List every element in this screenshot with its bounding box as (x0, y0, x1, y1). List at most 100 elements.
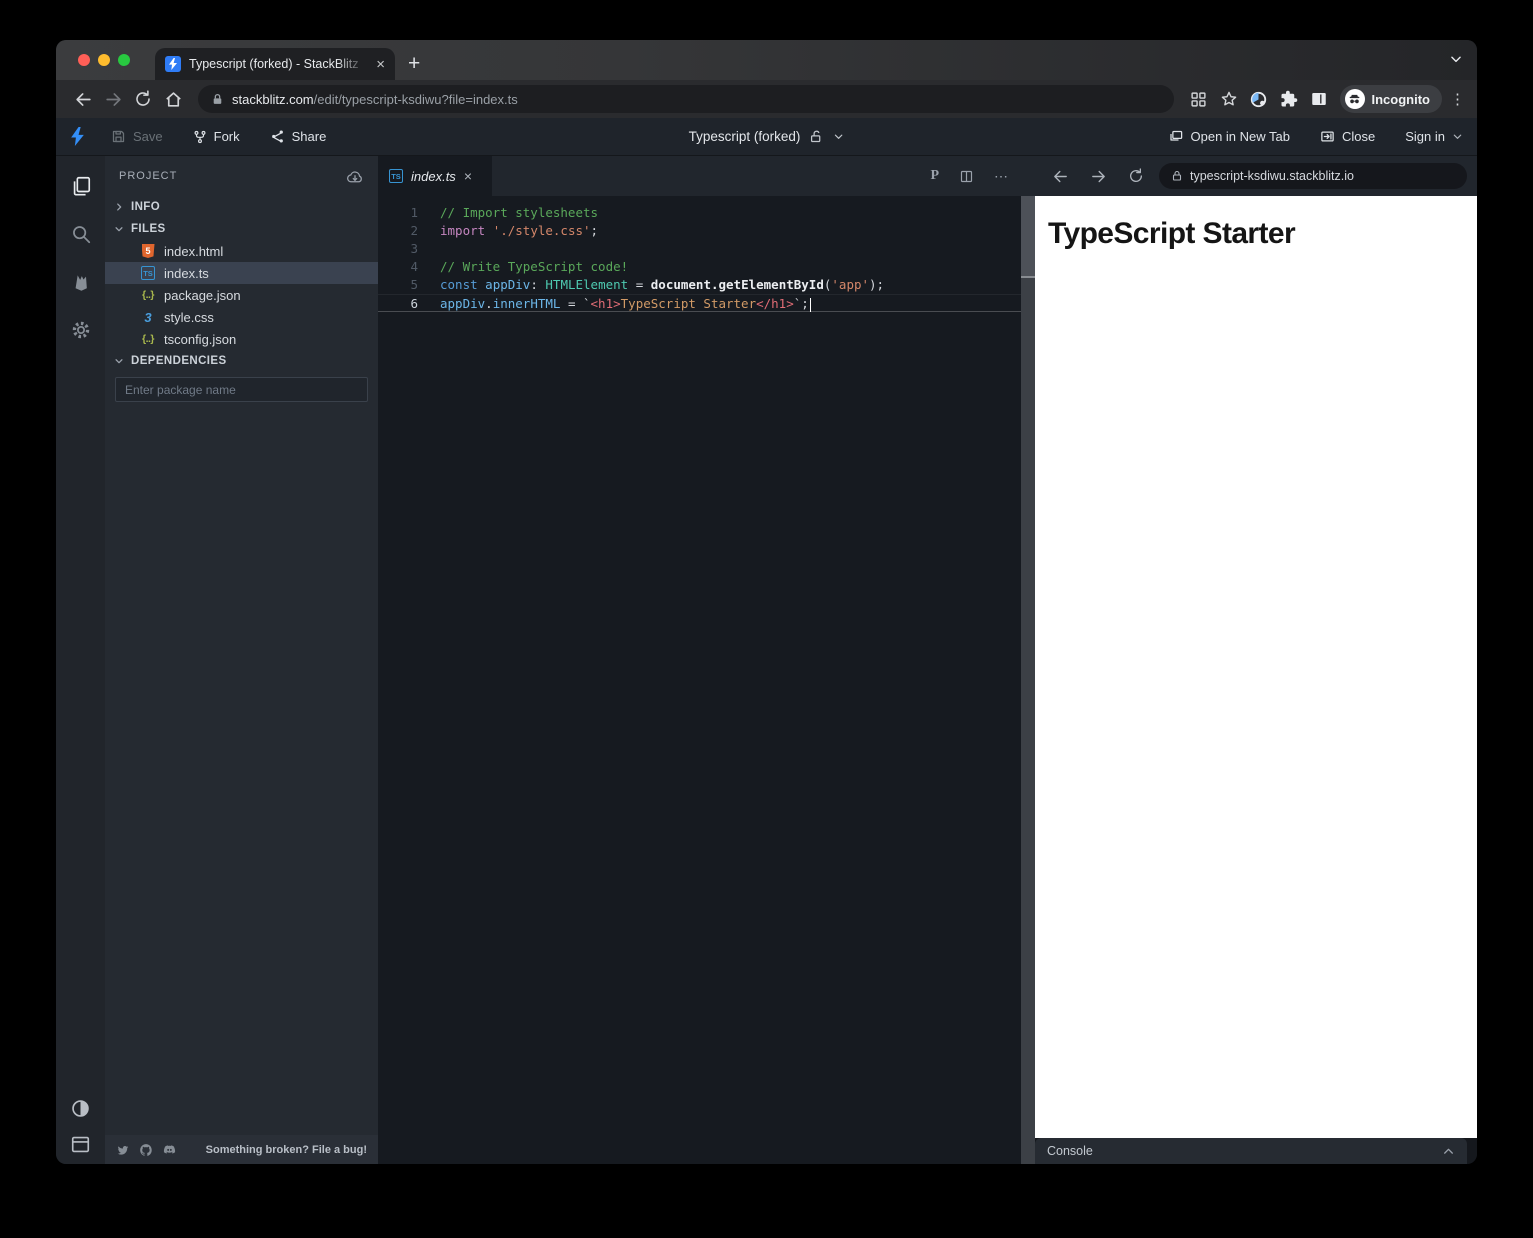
browser-window: Typescript (forked) - StackBlitz × + sta… (56, 40, 1477, 1164)
section-files[interactable]: FILES (105, 218, 378, 240)
layout-toggle-icon[interactable] (70, 1135, 91, 1154)
tab-groups-icon[interactable] (1184, 84, 1214, 114)
save-label: Save (133, 129, 163, 144)
preview-back-button[interactable] (1045, 161, 1075, 191)
github-icon[interactable] (139, 1143, 153, 1157)
discord-icon[interactable] (162, 1143, 177, 1157)
floppy-icon (112, 130, 125, 143)
console-label: Console (1047, 1144, 1093, 1158)
code-line-6[interactable]: 6 appDiv.innerHTML = `<h1>TypeScript Star… (378, 294, 1021, 312)
editor-scrollbar[interactable] (1021, 196, 1035, 1164)
theme-toggle-icon[interactable] (70, 1098, 91, 1119)
new-tab-button[interactable]: + (408, 49, 420, 79)
open-in-new-tab-icon (1169, 130, 1182, 141)
typescript-file-icon: TS (140, 266, 156, 280)
firebase-icon[interactable] (69, 270, 93, 294)
editor-tab-index-ts[interactable]: TS index.ts × (378, 156, 492, 196)
text-cursor (809, 297, 812, 312)
back-button[interactable] (68, 84, 98, 114)
section-dependencies[interactable]: DEPENDENCIES (105, 350, 378, 372)
section-info[interactable]: INFO (105, 196, 378, 218)
editor-tab-strip: TS index.ts × P ⋯ (378, 156, 1021, 196)
code-editor[interactable]: 1 // Import stylesheets 2 import './style.c… (378, 196, 1021, 1164)
editor-scrollbar-thumb[interactable] (1021, 196, 1035, 278)
preview-address-bar[interactable]: typescript-ksdiwu.stackblitz.io (1159, 163, 1467, 189)
twitter-icon[interactable] (116, 1143, 130, 1157)
preview-reload-button[interactable] (1121, 161, 1151, 191)
settings-gear-icon[interactable] (69, 318, 93, 342)
share-button[interactable]: Share (270, 129, 326, 144)
project-title[interactable]: Typescript (forked) (689, 129, 845, 144)
line-number: 3 (410, 241, 418, 256)
code-line-5[interactable]: 5 const appDiv: HTMLElement = document.ge… (378, 276, 1021, 294)
chevron-down-icon (835, 134, 843, 139)
editor-tab-label: index.ts (411, 168, 456, 184)
prettier-icon[interactable]: P (930, 168, 939, 184)
extension-badge-icon[interactable] (1244, 84, 1274, 114)
more-options-icon[interactable]: ⋯ (994, 168, 1009, 185)
browser-menu-kebab-icon[interactable]: ⋮ (1450, 90, 1465, 108)
section-info-label: INFO (131, 201, 161, 213)
code-line-text: const appDiv: HTMLElement = document.get… (440, 277, 885, 292)
sign-in-label: Sign in (1405, 129, 1445, 144)
minimize-window-button[interactable] (98, 54, 110, 66)
maximize-window-button[interactable] (118, 54, 130, 66)
open-in-new-tab-button[interactable]: Open in New Tab (1168, 129, 1290, 144)
chevron-up-icon[interactable] (1442, 1145, 1455, 1158)
pane-divider[interactable] (1021, 156, 1035, 1164)
sign-in-button[interactable]: Sign in (1405, 129, 1463, 144)
line-number: 4 (410, 259, 418, 274)
fork-button[interactable]: Fork (193, 129, 240, 145)
fork-icon (194, 130, 206, 143)
reload-button[interactable] (128, 84, 158, 114)
chevron-down-icon (1453, 134, 1462, 139)
file-item-index-ts[interactable]: TS index.ts (105, 262, 378, 284)
project-title-label: Typescript (forked) (688, 129, 801, 144)
code-line-4[interactable]: 4 // Write TypeScript code! (378, 258, 1021, 276)
close-window-button[interactable] (78, 54, 90, 66)
forward-button[interactable] (98, 84, 128, 114)
stackblitz-logo-icon[interactable] (70, 127, 85, 146)
file-item-style-css[interactable]: 3 style.css (105, 306, 378, 328)
package-name-input[interactable] (115, 377, 368, 402)
extensions-puzzle-icon[interactable] (1274, 84, 1304, 114)
home-button[interactable] (158, 84, 188, 114)
lock-icon (213, 93, 222, 104)
side-panel-icon[interactable] (1304, 84, 1334, 114)
search-icon[interactable] (69, 222, 93, 246)
typescript-file-icon: TS (389, 169, 403, 183)
preview-url-text: typescript-ksdiwu.stackblitz.io (1190, 169, 1354, 183)
section-files-label: FILES (131, 223, 166, 235)
bookmark-star-icon[interactable] (1214, 84, 1244, 114)
preview-pane: typescript-ksdiwu.stackblitz.io TypeScri… (1035, 156, 1477, 1164)
close-panel-button[interactable]: Close (1320, 129, 1375, 144)
url-domain: stackblitz.com (232, 91, 314, 107)
code-line-2[interactable]: 2 import './style.css'; (378, 222, 1021, 240)
file-item-index-html[interactable]: 5 index.html (105, 240, 378, 262)
code-line-1[interactable]: 1 // Import stylesheets (378, 204, 1021, 222)
tab-overview-chevron-icon[interactable] (1449, 52, 1463, 66)
editor-tab-close-icon[interactable]: × (464, 168, 472, 184)
browser-tab[interactable]: Typescript (forked) - StackBlitz × (155, 48, 395, 80)
editor-toolbar: P ⋯ (930, 156, 1009, 196)
file-item-package-json[interactable]: {..} package.json (105, 284, 378, 306)
url-path: /edit/typescript-ksdiwu?file=index.ts (313, 91, 518, 107)
code-line-3[interactable]: 3 (378, 240, 1021, 258)
close-panel-label: Close (1342, 129, 1376, 144)
close-panel-icon (1321, 131, 1334, 142)
activity-bar-bottom (56, 1098, 105, 1154)
save-button[interactable]: Save (111, 129, 163, 144)
chevron-down-icon (115, 359, 123, 364)
preview-forward-button[interactable] (1083, 161, 1113, 191)
file-a-bug-link[interactable]: Something broken? File a bug! (206, 1144, 367, 1156)
address-bar[interactable]: stackblitz.com/edit/typescript-ksdiwu?fi… (198, 85, 1174, 113)
code-line-text: appDiv.innerHTML = `<h1>TypeScript Start… (418, 295, 812, 312)
fork-label: Fork (213, 129, 240, 144)
line-number: 2 (410, 223, 418, 238)
tab-close-icon[interactable]: × (376, 57, 385, 72)
console-bar[interactable]: Console (1035, 1138, 1467, 1164)
split-editor-icon[interactable] (959, 169, 974, 184)
cloud-download-icon[interactable] (346, 169, 364, 184)
file-item-tsconfig-json[interactable]: {..} tsconfig.json (105, 328, 378, 350)
files-panel-icon[interactable] (69, 174, 93, 198)
